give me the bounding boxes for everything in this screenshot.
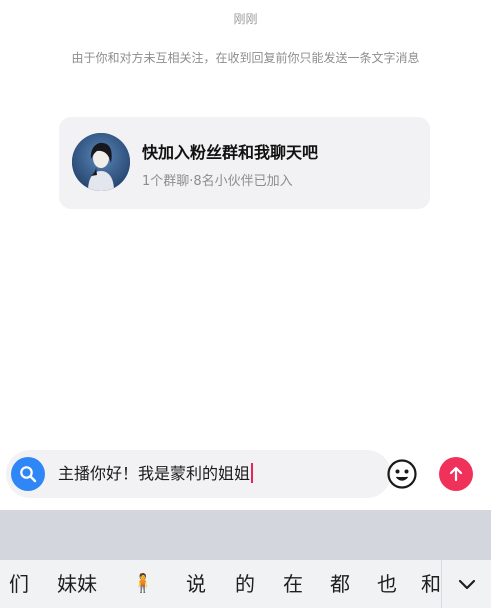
search-icon [20,466,37,483]
text-cursor [251,463,254,483]
chevron-down-icon [458,579,475,590]
send-arrow-icon [449,466,463,482]
candidate-word[interactable]: 和 [421,560,441,608]
candidate-word[interactable]: 们 [6,560,32,608]
send-button[interactable] [439,457,473,491]
keyboard-candidate-bar: 们 妹妹 🧍 说 的 在 都 也 和 [0,560,491,608]
emoji-icon [387,459,417,489]
message-input-field[interactable]: 主播你好！我是蒙利的姐姐 [6,450,391,498]
candidate-word[interactable]: 都 [327,560,353,608]
keyboard-collapse-button[interactable] [441,560,491,608]
candidate-word[interactable]: 的 [232,560,258,608]
candidate-emoji[interactable]: 🧍 [130,560,156,608]
candidate-word[interactable]: 在 [280,560,306,608]
message-input-bar: 主播你好！我是蒙利的姐姐 [0,444,491,506]
message-timestamp: 刚刚 [233,12,258,26]
fan-group-card[interactable]: 快加入粉丝群和我聊天吧 1个群聊·8名小伙伴已加入 [59,117,430,209]
group-avatar [72,133,130,191]
message-input-text[interactable]: 主播你好！我是蒙利的姐姐 [58,463,383,485]
avatar-portrait-image [72,133,130,191]
candidate-word[interactable]: 也 [374,560,400,608]
group-card-subtitle: 1个群聊·8名小伙伴已加入 [142,174,293,189]
group-card-title: 快加入粉丝群和我聊天吧 [142,143,319,162]
candidate-word[interactable]: 说 [183,560,209,608]
system-notice: 由于你和对方未互相关注，在收到回复前你只能发送一条文字消息 [71,51,420,65]
message-input-value: 主播你好！我是蒙利的姐姐 [58,464,251,483]
emoji-button[interactable] [385,457,419,491]
keyboard: 们 妹妹 🧍 说 的 在 都 也 和 [0,510,491,608]
search-button[interactable] [11,457,45,491]
candidate-word[interactable]: 妹妹 [52,560,102,608]
